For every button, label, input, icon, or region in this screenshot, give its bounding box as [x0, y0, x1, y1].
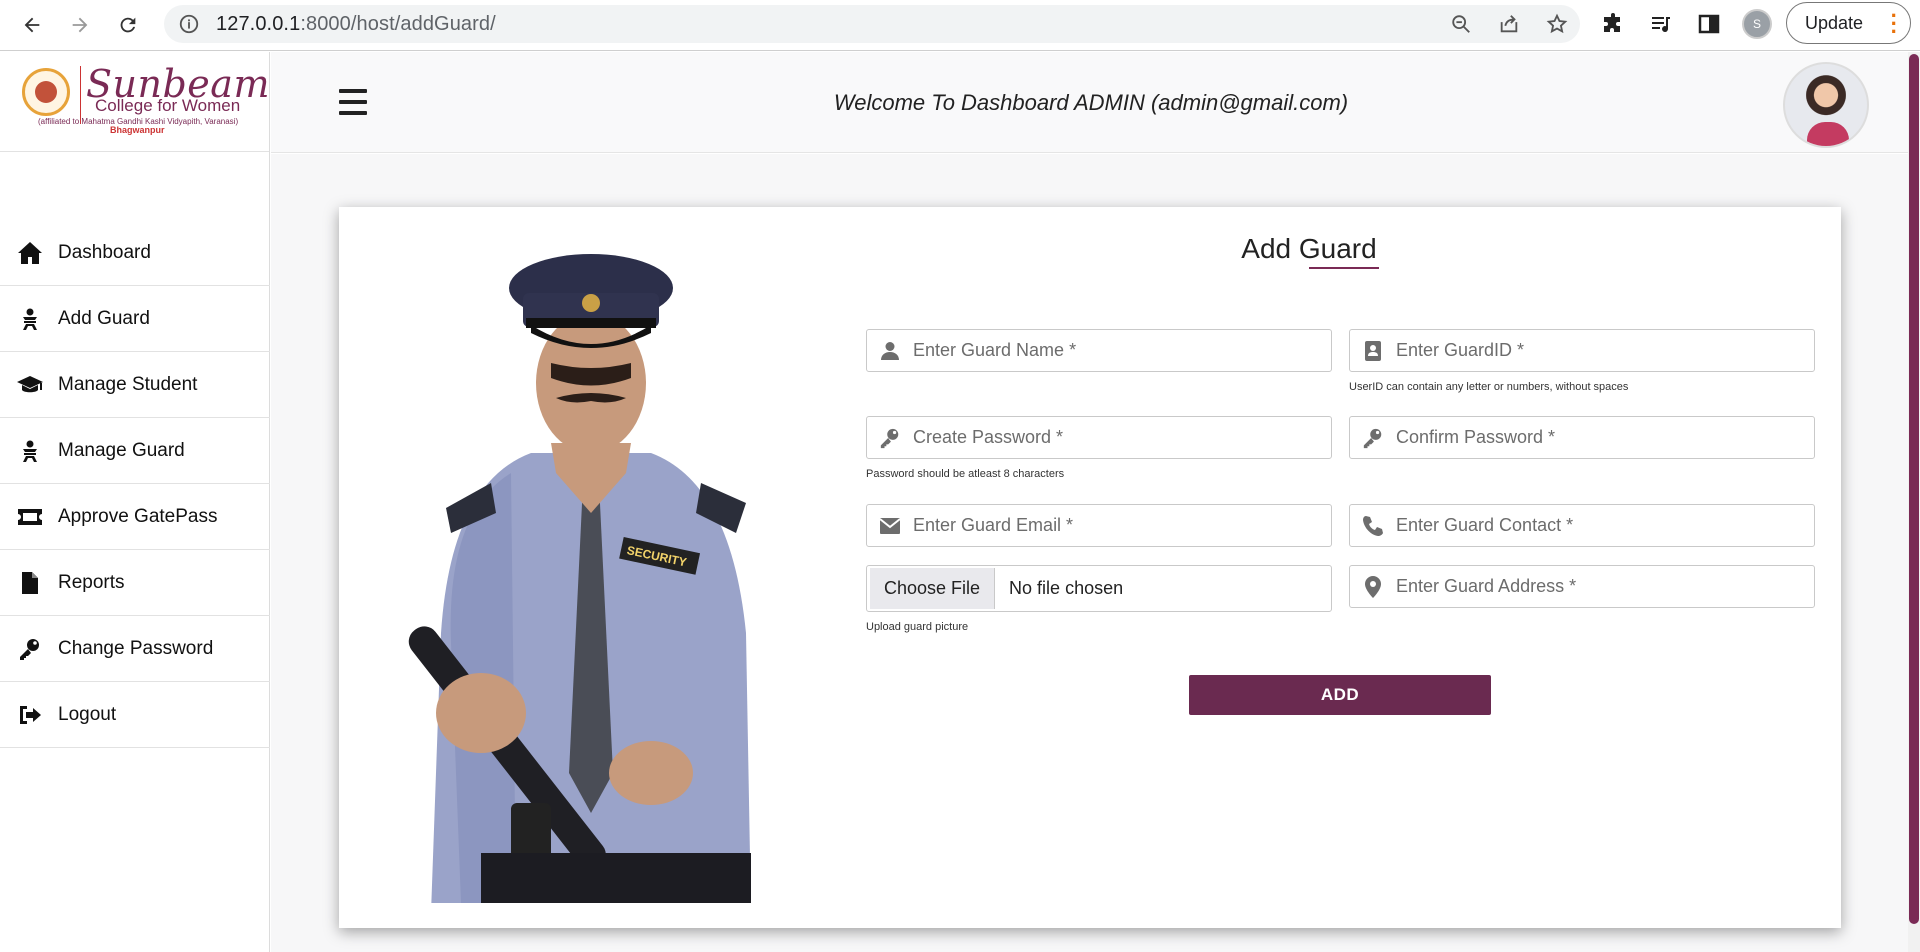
file-icon [16, 570, 44, 596]
welcome-message: Welcome To Dashboard ADMIN (admin@gmail.… [833, 90, 1349, 115]
college-seal-icon [22, 68, 70, 116]
graduation-cap-icon [16, 372, 44, 398]
side-panel-icon[interactable] [1694, 9, 1724, 39]
sidebar-item-change-password[interactable]: Change Password [0, 616, 270, 682]
profile-avatar[interactable]: S [1742, 9, 1772, 39]
key-icon [16, 636, 44, 662]
sidebar-item-logout[interactable]: Logout [0, 682, 270, 748]
more-menu-icon[interactable]: · · · [1891, 5, 1898, 43]
address-field[interactable] [1349, 565, 1815, 608]
browser-toolbar: 127.0.0.1:8000/host/addGuard/ S Update · ·… [0, 0, 1920, 51]
email-field[interactable] [866, 504, 1332, 547]
logo-divider [80, 66, 81, 124]
sidebar-item-label: Change Password [58, 637, 214, 659]
password-hint: Password should be atleast 8 characters [866, 468, 1065, 480]
title-underline [1309, 267, 1379, 269]
choose-file-button[interactable]: Choose File [870, 568, 996, 609]
file-status: No file chosen [1009, 578, 1124, 598]
sidebar-item-approve-gatepass[interactable]: Approve GatePass [0, 484, 270, 550]
sidebar-item-manage-student[interactable]: Manage Student [0, 352, 270, 418]
update-button[interactable]: Update · · · [1786, 2, 1911, 44]
sidebar-item-label: Reports [58, 571, 125, 593]
security-guard-image: SECURITY [408, 254, 751, 903]
college-logo[interactable]: Sunbeam College for Women (affiliated to… [0, 52, 269, 152]
guard-icon [16, 306, 44, 332]
zoom-icon[interactable] [1448, 11, 1474, 37]
guard-name-field[interactable] [866, 329, 1332, 372]
add-guard-button[interactable]: ADD [1189, 675, 1491, 715]
guard-id-field[interactable] [1349, 329, 1815, 372]
sign-out-icon [16, 702, 44, 728]
user-icon [867, 330, 913, 371]
info-icon[interactable] [178, 13, 200, 35]
brand-location: Bhagwanpur [110, 125, 165, 135]
sidebar-item-label: Manage Guard [58, 439, 185, 461]
extensions-icon[interactable] [1598, 9, 1628, 39]
ticket-icon [16, 504, 44, 530]
key-icon [867, 417, 913, 458]
sidebar-item-label: Manage Student [58, 373, 198, 395]
sidebar-item-dashboard[interactable]: Dashboard [0, 220, 270, 286]
sidebar-item-label: Dashboard [58, 241, 151, 263]
confirm-password-input[interactable] [1396, 427, 1796, 448]
key-icon [1350, 417, 1396, 458]
page-scrollbar[interactable] [1908, 52, 1920, 952]
guardid-hint: UserID can contain any letter or numbers… [1349, 381, 1629, 393]
password-input[interactable] [913, 427, 1313, 448]
app-header: Welcome To Dashboard ADMIN (admin@gmail.… [271, 52, 1920, 153]
url-text: 127.0.0.1:8000/host/addGuard/ [216, 12, 496, 35]
sidebar-item-label: Logout [58, 703, 117, 725]
sidebar: Sunbeam College for Women (affiliated to… [0, 52, 270, 952]
address-bar[interactable]: 127.0.0.1:8000/host/addGuard/ [164, 5, 1580, 43]
sidebar-menu: Dashboard Add Guard Manage Student Manag… [0, 220, 270, 748]
admin-avatar[interactable] [1783, 62, 1869, 148]
bookmark-star-icon[interactable] [1544, 11, 1570, 37]
form-title: Add Guard [1241, 233, 1377, 264]
scrollbar-thumb[interactable] [1909, 54, 1919, 924]
id-card-icon [1350, 330, 1396, 371]
sidebar-item-label: Approve GatePass [58, 505, 218, 527]
media-controls-icon[interactable] [1646, 9, 1676, 39]
address-input[interactable] [1396, 576, 1796, 597]
password-field[interactable] [866, 416, 1332, 459]
sidebar-item-manage-guard[interactable]: Manage Guard [0, 418, 270, 484]
guard-id-input[interactable] [1396, 340, 1796, 361]
guard-icon [16, 438, 44, 464]
sidebar-item-add-guard[interactable]: Add Guard [0, 286, 270, 352]
share-icon[interactable] [1496, 11, 1522, 37]
envelope-icon [867, 505, 913, 546]
map-marker-icon [1350, 566, 1396, 607]
home-icon [16, 240, 44, 266]
guard-picture-upload[interactable]: Choose File No file chosen [866, 565, 1332, 612]
sidebar-item-reports[interactable]: Reports [0, 550, 270, 616]
forward-icon[interactable] [62, 7, 98, 43]
reload-icon[interactable] [110, 7, 146, 43]
guard-name-input[interactable] [913, 340, 1313, 361]
contact-input[interactable] [1396, 515, 1796, 536]
file-hint: Upload guard picture [866, 621, 969, 633]
back-icon[interactable] [14, 7, 50, 43]
email-input[interactable] [913, 515, 1313, 536]
brand-subtitle: College for Women [95, 96, 241, 115]
confirm-password-field[interactable] [1349, 416, 1815, 459]
sidebar-item-label: Add Guard [58, 307, 150, 329]
contact-field[interactable] [1349, 504, 1815, 547]
phone-icon [1350, 505, 1396, 546]
add-guard-card: SECURITY Add Guard UserID can contain an… [339, 207, 1841, 928]
